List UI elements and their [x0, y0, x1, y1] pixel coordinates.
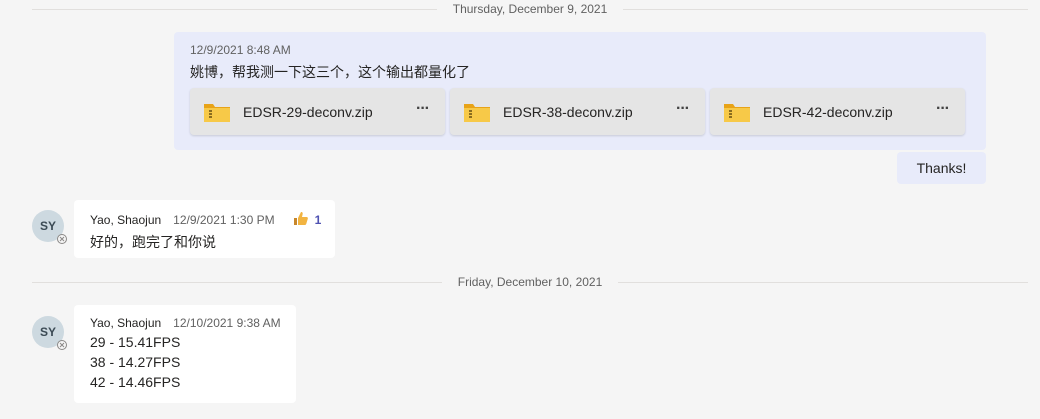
divider-line [618, 281, 1029, 283]
date-divider: Thursday, December 9, 2021 [32, 2, 1028, 16]
divider-line [623, 8, 1028, 10]
reaction-count: 1 [314, 213, 322, 227]
zip-folder-icon [203, 101, 231, 123]
sender-name[interactable]: Yao, Shaojun [90, 316, 161, 330]
avatar-initials: SY [39, 325, 56, 339]
reply-message-bubble[interactable]: Yao, Shaojun 12/10/2021 9:38 AM 29 - 15.… [74, 305, 296, 403]
reply-message-bubble[interactable]: Yao, Shaojun 12/9/2021 1:30 PM 1 好的，跑完了和… [74, 200, 335, 258]
message-timestamp: 12/9/2021 8:48 AM [190, 43, 291, 57]
avatar[interactable]: SY [32, 210, 67, 244]
more-options-icon[interactable]: ··· [416, 100, 430, 118]
my-message-bubble-thanks[interactable]: Thanks! [897, 152, 986, 184]
zip-folder-icon [463, 101, 491, 123]
message-line: 29 - 15.41FPS [90, 334, 181, 350]
divider-line [32, 281, 442, 283]
presence-offline-icon [57, 340, 67, 350]
date-divider-label: Thursday, December 9, 2021 [452, 2, 608, 16]
message-timestamp: 12/9/2021 1:30 PM [173, 213, 275, 227]
date-divider: Friday, December 10, 2021 [32, 275, 1029, 289]
file-attachment-edsr-29[interactable]: EDSR-29-deconv.zip ··· [190, 88, 445, 135]
message-body: 29 - 15.41FPS 38 - 14.27FPS 42 - 14.46FP… [90, 332, 280, 392]
more-options-icon[interactable]: ··· [936, 100, 950, 118]
sender-name[interactable]: Yao, Shaojun [90, 213, 161, 227]
file-attachment-edsr-38[interactable]: EDSR-38-deconv.zip ··· [450, 88, 705, 135]
message-line: 38 - 14.27FPS [90, 354, 181, 370]
file-name: EDSR-29-deconv.zip [243, 103, 373, 120]
divider-line [32, 8, 437, 10]
reaction-like[interactable]: 1 [293, 211, 322, 229]
presence-offline-icon [57, 234, 67, 244]
zip-folder-icon [723, 101, 751, 123]
file-name: EDSR-38-deconv.zip [503, 103, 633, 120]
file-attachment-edsr-42[interactable]: EDSR-42-deconv.zip ··· [710, 88, 965, 135]
file-name: EDSR-42-deconv.zip [763, 103, 893, 120]
avatar[interactable]: SY [32, 316, 67, 350]
avatar-initials: SY [39, 219, 56, 233]
my-message-bubble[interactable]: 12/9/2021 8:48 AM 姚博，帮我测一下这三个，这个输出都量化了 E… [174, 32, 986, 150]
more-options-icon[interactable]: ··· [676, 100, 690, 118]
message-timestamp: 12/10/2021 9:38 AM [173, 316, 281, 330]
date-divider-label: Friday, December 10, 2021 [457, 275, 603, 289]
message-line: 42 - 14.46FPS [90, 374, 181, 390]
thumbs-up-icon [293, 211, 309, 229]
message-text: Thanks! [916, 160, 967, 176]
attachments-row: EDSR-29-deconv.zip ··· EDSR-38-deconv.zi… [190, 88, 965, 135]
message-header: Yao, Shaojun 12/10/2021 9:38 AM [90, 316, 281, 330]
message-header: Yao, Shaojun 12/9/2021 1:30 PM 1 [90, 211, 322, 229]
message-text: 好的，跑完了和你说 [90, 234, 216, 250]
message-text: 姚博，帮我测一下这三个，这个输出都量化了 [190, 64, 470, 80]
